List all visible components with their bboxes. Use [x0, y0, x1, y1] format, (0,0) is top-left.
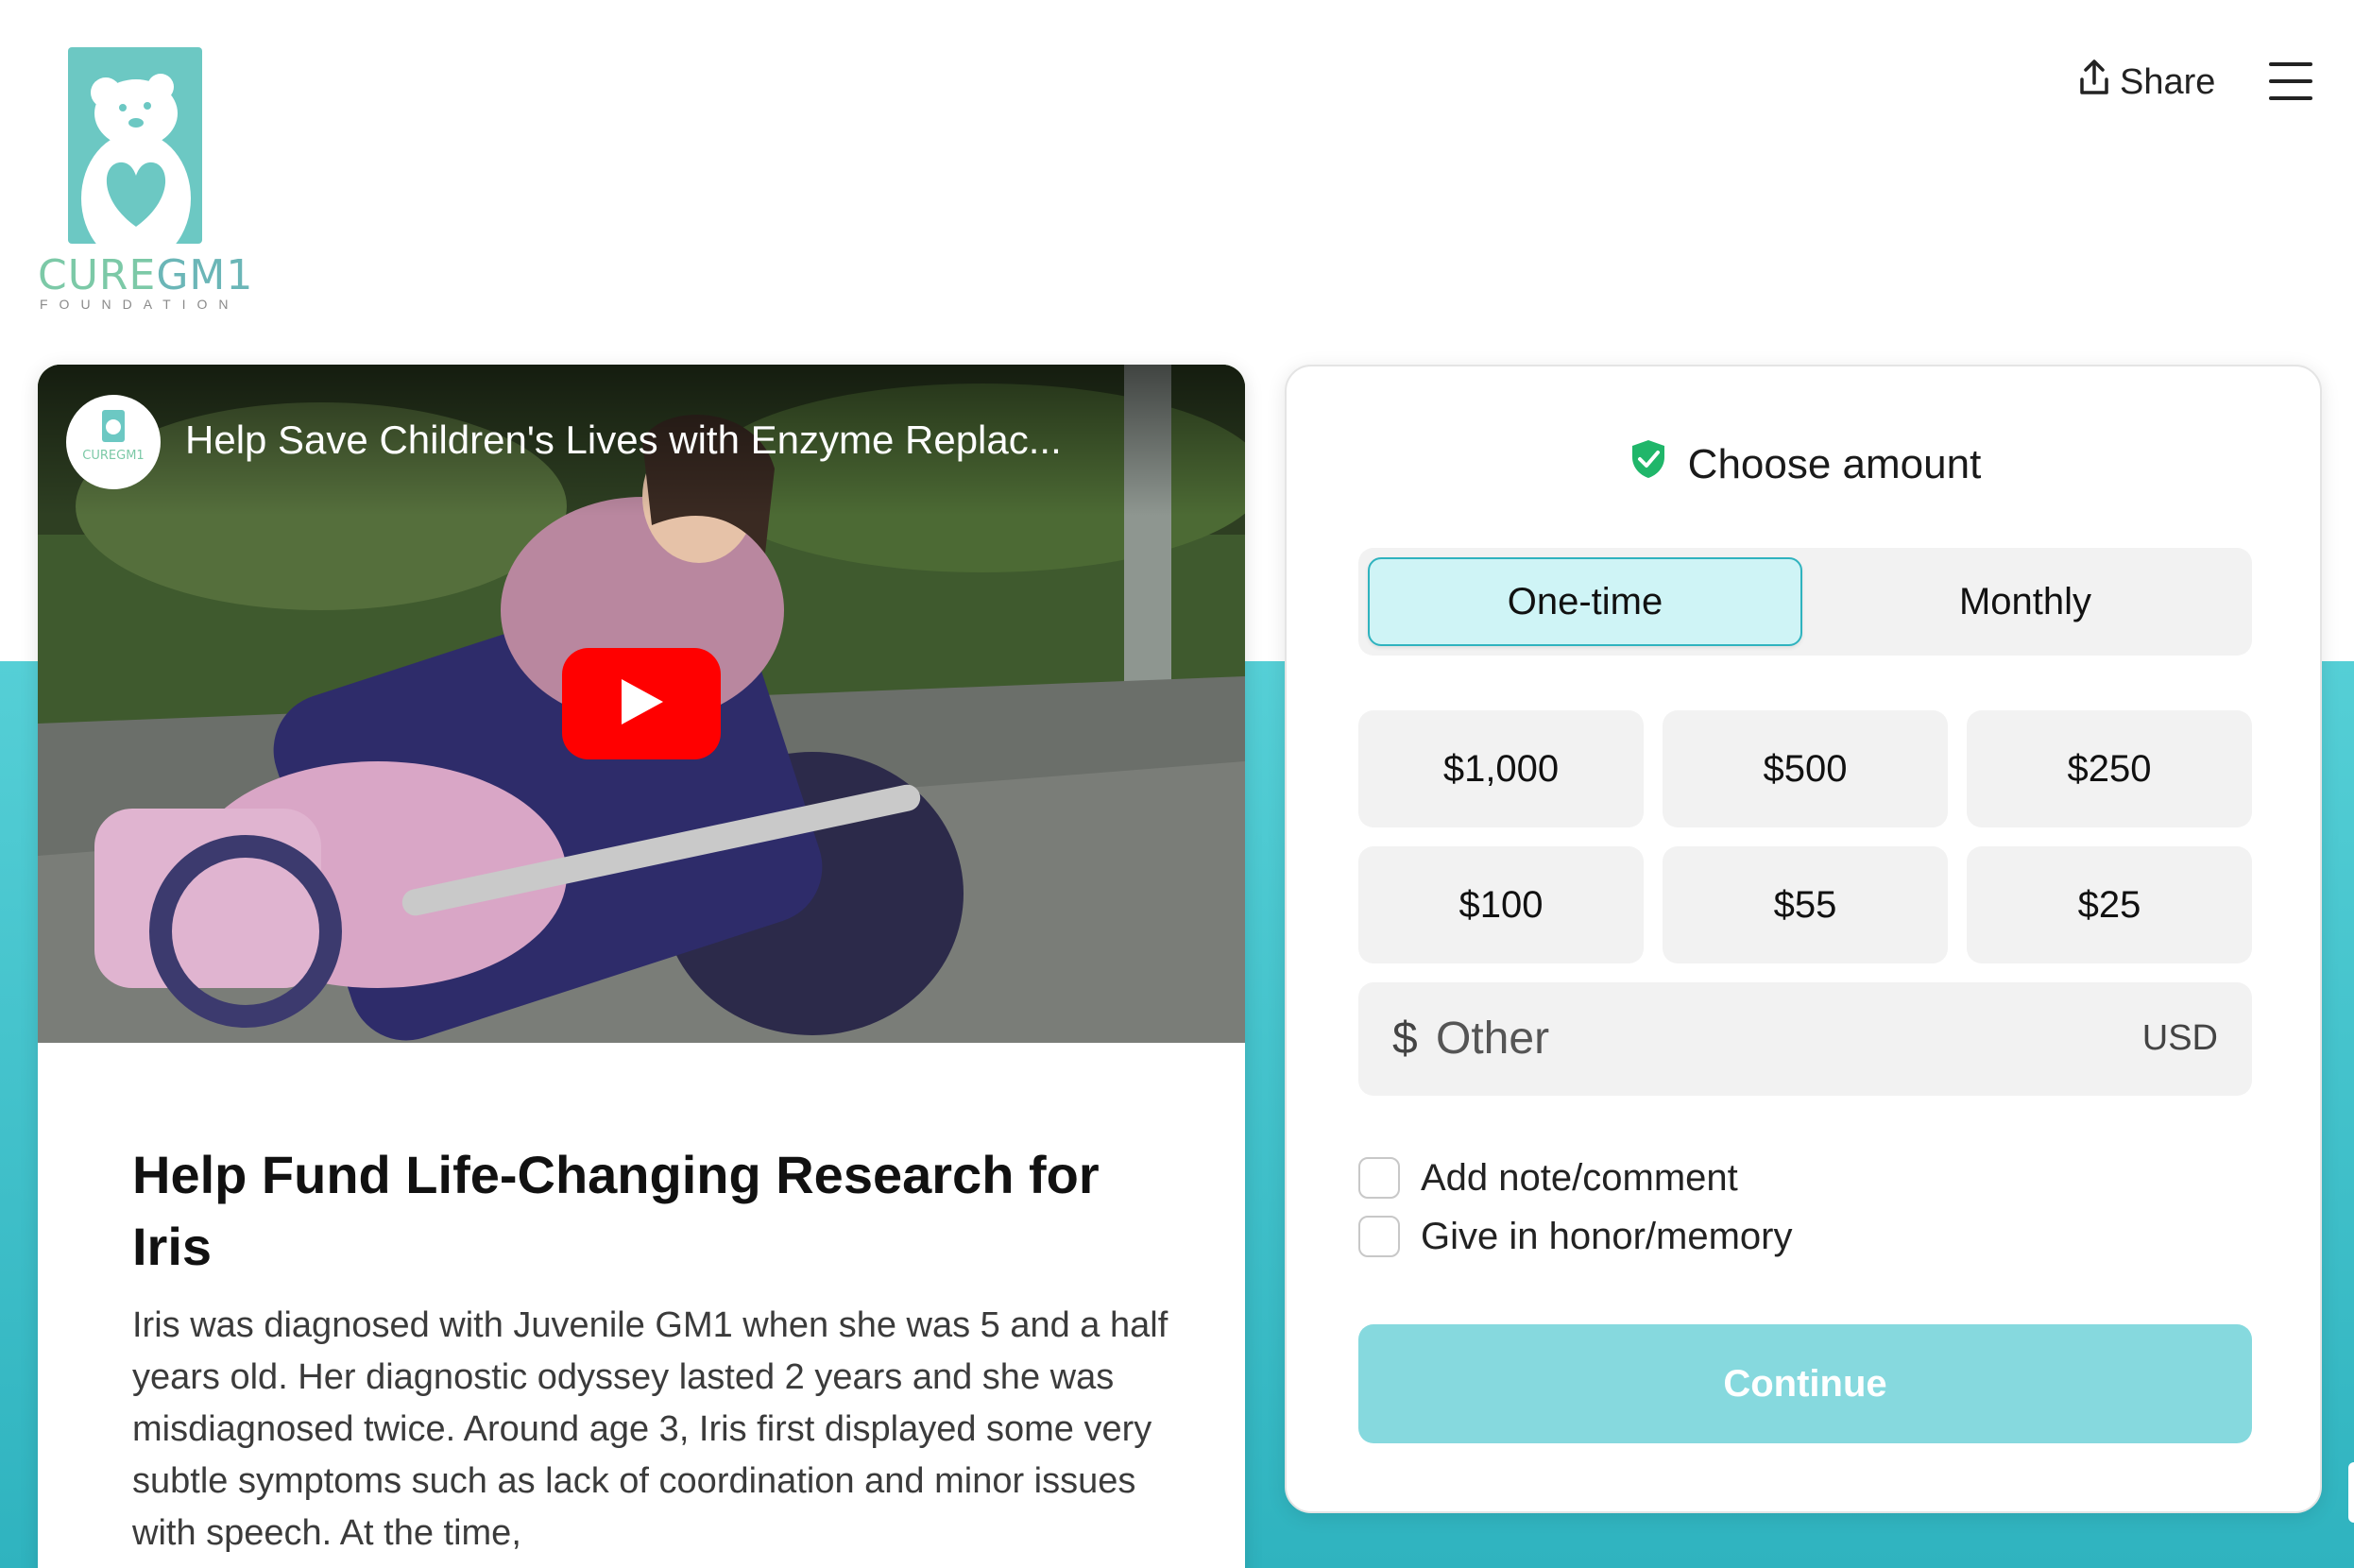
campaign-description: Iris was diagnosed with Juvenile GM1 whe… — [132, 1305, 1168, 1553]
amount-option[interactable]: $25 — [1967, 846, 2252, 963]
share-button[interactable]: Share — [2078, 59, 2215, 106]
honor-memory-checkbox[interactable] — [1358, 1216, 1400, 1257]
other-amount-field[interactable]: $ USD — [1358, 982, 2252, 1096]
video-title[interactable]: Help Save Children's Lives with Enzyme R… — [185, 418, 1205, 463]
add-note-option[interactable]: Add note/comment — [1358, 1154, 1738, 1202]
channel-avatar[interactable]: CUREGM1 — [66, 395, 161, 489]
play-button[interactable] — [562, 648, 721, 759]
youtube-video-player[interactable]: CUREGM1 Help Save Children's Lives with … — [38, 365, 1245, 1043]
other-amount-input[interactable] — [1436, 1005, 2097, 1071]
cure-gm1-logo[interactable]: CUREGM1 FOUNDATION — [38, 45, 254, 312]
amount-option[interactable]: $500 — [1663, 710, 1948, 827]
campaign-title: Help Fund Life-Changing Research for Iri… — [132, 1145, 1100, 1276]
add-note-label: Add note/comment — [1421, 1156, 1738, 1199]
play-icon — [618, 677, 665, 731]
donation-form-card: Choose amount One-time Monthly $1,000 $5… — [1285, 365, 2322, 1513]
logo-bear-mark — [68, 47, 202, 244]
frequency-monthly[interactable]: Monthly — [1808, 557, 2243, 646]
amount-option[interactable]: $55 — [1663, 846, 1948, 963]
choose-amount-label: Choose amount — [1687, 440, 1982, 487]
amount-option[interactable]: $250 — [1967, 710, 2252, 827]
logo-wordmark: CUREGM1 — [38, 251, 254, 299]
continue-button[interactable]: Continue — [1358, 1324, 2252, 1443]
side-feedback-tab[interactable] — [2348, 1462, 2354, 1523]
amount-option[interactable]: $1,000 — [1358, 710, 1644, 827]
honor-memory-label: Give in honor/memory — [1421, 1215, 1793, 1257]
currency-symbol: $ — [1392, 1014, 1418, 1064]
share-upload-icon — [2078, 59, 2110, 106]
svg-text:CUREGM1: CUREGM1 — [82, 449, 144, 463]
campaign-card: CUREGM1 Help Save Children's Lives with … — [38, 365, 1245, 1568]
frequency-one-time[interactable]: One-time — [1368, 557, 1802, 646]
hamburger-menu-icon[interactable] — [2269, 62, 2312, 100]
frequency-toggle: One-time Monthly — [1358, 548, 2252, 656]
share-label: Share — [2120, 61, 2216, 102]
shield-check-icon — [1629, 438, 1667, 490]
currency-code: USD — [2141, 1018, 2218, 1058]
add-note-checkbox[interactable] — [1358, 1157, 1400, 1199]
honor-memory-option[interactable]: Give in honor/memory — [1358, 1213, 1792, 1260]
choose-amount-heading: Choose amount — [1287, 438, 2324, 490]
amount-option[interactable]: $100 — [1358, 846, 1644, 963]
logo-subtitle: FOUNDATION — [40, 297, 240, 312]
